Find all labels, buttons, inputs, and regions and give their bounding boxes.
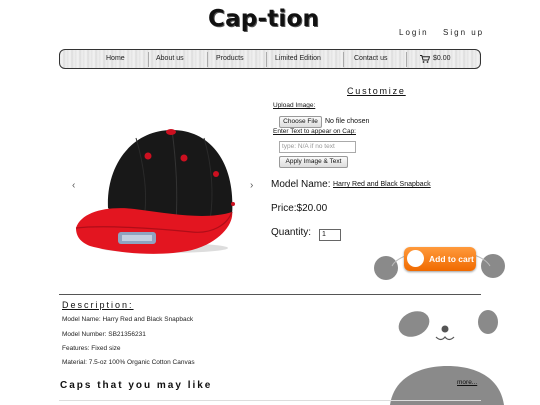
nav-limited-edition[interactable]: Limited Edition — [275, 55, 321, 62]
product-cap-image — [75, 129, 235, 254]
cart-icon[interactable] — [420, 55, 430, 63]
signup-link[interactable]: Sign up — [443, 28, 484, 37]
nav-about[interactable]: About us — [156, 55, 184, 62]
cap-text-label: Enter Text to appear on Cap: — [273, 128, 356, 135]
model-name-link[interactable]: Harry Red and Black Snapback — [333, 181, 431, 188]
quantity-label: Quantity: — [271, 227, 312, 238]
nav-home[interactable]: Home — [106, 55, 125, 62]
upload-image-label: Upload Image: — [273, 102, 316, 109]
nav-divider — [406, 52, 407, 67]
nav-products[interactable]: Products — [216, 55, 244, 62]
cart-circle-icon — [407, 250, 424, 267]
login-link[interactable]: Login — [399, 28, 429, 37]
description-title: Description: — [62, 300, 134, 310]
apply-image-text-button[interactable]: Apply Image & Text — [279, 156, 348, 168]
nav-contact[interactable]: Contact us — [354, 55, 387, 62]
more-link[interactable]: more... — [457, 379, 477, 386]
cap-text-input[interactable]: type: N/A if no text — [279, 141, 356, 153]
section-divider — [59, 400, 481, 401]
model-name-label: Model Name: — [271, 179, 331, 190]
description-item: Features: Fixed size — [62, 345, 121, 352]
quantity-input[interactable]: 1 — [319, 229, 341, 241]
description-item: Model Number: SB21356231 — [62, 331, 146, 338]
main-nav: Home About us Products Limited Edition C… — [59, 49, 481, 69]
customize-title: Customize — [347, 86, 406, 96]
site-logo[interactable]: Cap-tion — [208, 6, 319, 32]
choose-file-button[interactable]: Choose File — [279, 116, 322, 128]
description-item: Model Name: Harry Red and Black Snapback — [62, 316, 194, 323]
related-caps-title: Caps that you may like — [60, 380, 213, 391]
nav-divider — [343, 52, 344, 67]
carousel-next-button[interactable]: › — [250, 180, 253, 191]
nav-divider — [266, 52, 267, 67]
nav-divider — [207, 52, 208, 67]
add-to-cart-label: Add to cart — [429, 254, 474, 264]
nav-divider — [148, 52, 149, 67]
add-to-cart-button[interactable]: Add to cart — [404, 247, 476, 271]
description-item: Material: 7.5-oz 100% Organic Cotton Can… — [62, 359, 195, 366]
file-status-text: No file chosen — [325, 118, 370, 125]
section-divider — [59, 294, 481, 295]
price-text: Price:$20.00 — [271, 203, 328, 214]
cart-total[interactable]: $0.00 — [433, 55, 451, 62]
